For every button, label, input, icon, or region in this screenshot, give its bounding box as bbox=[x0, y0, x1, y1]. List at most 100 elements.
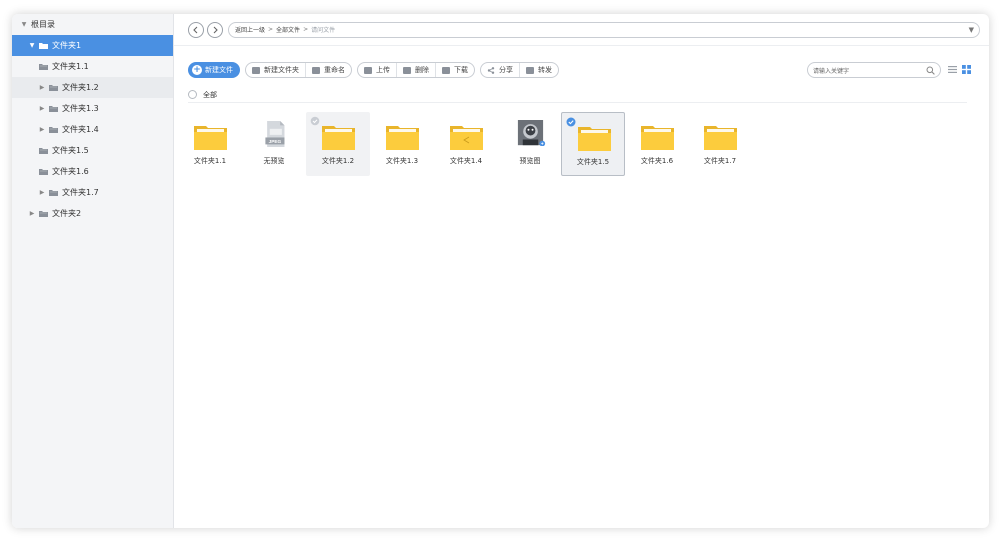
caret-down-icon[interactable]: ▼ bbox=[20, 21, 28, 29]
rename-button[interactable]: 重命名 bbox=[306, 63, 351, 77]
sidebar-item-folder[interactable]: ▶ 文件夹1.7 bbox=[12, 182, 173, 203]
folder-icon bbox=[49, 189, 58, 196]
sidebar-item-label: 文件夹1 bbox=[52, 41, 82, 50]
shared-folder-icon bbox=[450, 124, 483, 150]
folder-icon bbox=[39, 210, 48, 217]
sidebar-item-folder[interactable]: ▶ 文件夹1.3 bbox=[12, 98, 173, 119]
image-thumbnail bbox=[517, 120, 546, 146]
sidebar-item-folder[interactable]: ▶ 文件夹2 bbox=[12, 203, 173, 224]
upload-icon bbox=[364, 66, 372, 74]
file-tile[interactable]: JPEG 无预览 bbox=[242, 112, 306, 176]
folder-icon bbox=[39, 63, 48, 70]
tree-root-label: 根目录 bbox=[31, 20, 55, 29]
checked-circle-icon[interactable] bbox=[566, 117, 576, 127]
sidebar-item-folder[interactable]: ▶ 文件夹1.4 bbox=[12, 119, 173, 140]
caret-right-icon[interactable]: ▶ bbox=[38, 126, 46, 134]
file-tile[interactable]: 文件夹1.4 bbox=[434, 112, 498, 176]
download-icon bbox=[442, 66, 450, 74]
sidebar-item-label: 文件夹1.1 bbox=[52, 62, 89, 71]
sidebar-item-folder[interactable]: 文件夹1.1 bbox=[12, 56, 173, 77]
sidebar-item-folder[interactable]: 文件夹1.5 bbox=[12, 140, 173, 161]
caret-right-icon[interactable]: ▶ bbox=[28, 210, 36, 218]
delete-button[interactable]: 删除 bbox=[397, 63, 436, 77]
caret-down-icon[interactable]: ▼ bbox=[28, 42, 36, 50]
new-folder-button[interactable]: 新建文件夹 bbox=[246, 63, 306, 77]
list-view-icon[interactable] bbox=[948, 65, 957, 74]
share-button[interactable]: 分享 bbox=[481, 63, 520, 77]
new-folder-label: 新建文件夹 bbox=[264, 66, 299, 74]
folder-icon bbox=[39, 42, 48, 49]
path-dropdown-icon[interactable]: ▼ bbox=[969, 26, 974, 34]
caret-right-icon[interactable]: ▶ bbox=[38, 189, 46, 197]
file-actions-group: 上传 删除 下载 bbox=[357, 62, 475, 78]
jpeg-file-icon: JPEG bbox=[265, 121, 285, 147]
new-file-button[interactable]: + 新建文件 bbox=[188, 62, 240, 78]
folder-icon bbox=[39, 168, 48, 175]
file-tile[interactable]: 文件夹1.3 bbox=[370, 112, 434, 176]
select-all-label: 全部 bbox=[203, 90, 217, 99]
breadcrumb-separator: > bbox=[268, 26, 274, 33]
file-tile[interactable]: 文件夹1.2 bbox=[306, 112, 370, 176]
folder-icon bbox=[49, 84, 58, 91]
folder-icon bbox=[386, 124, 419, 150]
folder-icon bbox=[578, 125, 611, 151]
sidebar-item-label: 文件夹1.5 bbox=[52, 146, 89, 155]
file-name: 文件夹1.3 bbox=[385, 157, 419, 165]
rename-label: 重命名 bbox=[324, 66, 345, 74]
file-name: 无预览 bbox=[263, 157, 285, 165]
folder-icon bbox=[49, 105, 58, 112]
caret-right-icon[interactable]: ▶ bbox=[38, 105, 46, 113]
file-tile[interactable]: 文件夹1.6 bbox=[625, 112, 689, 176]
folder-icon bbox=[322, 124, 355, 150]
search-input[interactable]: 请输入关键字 bbox=[807, 62, 941, 78]
file-tile[interactable]: 预览图 bbox=[498, 112, 562, 176]
forward-file-button[interactable]: 转发 bbox=[520, 63, 558, 77]
share-label: 分享 bbox=[499, 66, 513, 74]
search-icon[interactable] bbox=[926, 66, 935, 75]
new-file-label: 新建文件 bbox=[205, 66, 233, 74]
sidebar-item-label: 文件夹1.4 bbox=[62, 125, 99, 134]
file-tile[interactable]: 文件夹1.5 bbox=[561, 112, 625, 176]
sidebar-item-label: 文件夹1.2 bbox=[62, 83, 99, 92]
folder-actions-group: 新建文件夹 重命名 bbox=[245, 62, 352, 78]
file-name: 文件夹1.5 bbox=[576, 158, 610, 166]
toolbar: + 新建文件 新建文件夹 重命名 上传 删除 下载 分享 转发 请输入关键字 bbox=[188, 62, 989, 78]
select-all-radio[interactable] bbox=[188, 90, 197, 99]
delete-label: 删除 bbox=[415, 66, 429, 74]
chevron-right-icon bbox=[213, 26, 218, 33]
file-grid: 文件夹1.1 JPEG 无预览 文件夹1.2 文件夹1.3 文件夹1.4 预览图 文件夹1.5… bbox=[174, 110, 989, 178]
sidebar-item-label: 文件夹1.6 bbox=[52, 167, 89, 176]
file-name: 文件夹1.4 bbox=[449, 157, 483, 165]
file-tile[interactable]: 文件夹1.1 bbox=[178, 112, 242, 176]
forward-label: 转发 bbox=[538, 66, 552, 74]
upload-button[interactable]: 上传 bbox=[358, 63, 397, 77]
folder-tree-sidebar: ▼ 根目录 ▼ 文件夹1 文件夹1.1 ▶ 文件夹1.2 ▶ 文件夹1.3 ▶ 文件夹1.4 文件… bbox=[12, 14, 174, 528]
file-name: 文件夹1.6 bbox=[640, 157, 674, 165]
share-actions-group: 分享 转发 bbox=[480, 62, 559, 78]
sidebar-item-label: 文件夹1.3 bbox=[62, 104, 99, 113]
plus-icon: + bbox=[192, 65, 202, 75]
forward-button[interactable] bbox=[207, 21, 223, 38]
breadcrumb-separator: > bbox=[303, 26, 309, 33]
caret-right-icon[interactable]: ▶ bbox=[38, 84, 46, 92]
unchecked-circle-icon[interactable] bbox=[310, 116, 320, 126]
sidebar-item-folder[interactable]: ▶ 文件夹1.2 bbox=[12, 77, 173, 98]
file-name: 预览图 bbox=[519, 157, 541, 165]
select-all-row: 全部 bbox=[188, 89, 967, 103]
tree-root[interactable]: ▼ 根目录 bbox=[12, 14, 173, 35]
sidebar-item-label: 文件夹1.7 bbox=[62, 188, 99, 197]
folder-icon bbox=[704, 124, 737, 150]
sidebar-item-label: 文件夹2 bbox=[52, 209, 82, 218]
breadcrumb-back-link[interactable]: 返回上一级 bbox=[235, 25, 265, 34]
sidebar-item-folder[interactable]: ▼ 文件夹1 bbox=[12, 35, 173, 56]
file-tile[interactable]: 文件夹1.7 bbox=[688, 112, 752, 176]
folder-icon bbox=[39, 147, 48, 154]
download-button[interactable]: 下载 bbox=[436, 63, 474, 77]
rename-icon bbox=[312, 66, 320, 74]
sidebar-item-folder[interactable]: 文件夹1.6 bbox=[12, 161, 173, 182]
upload-label: 上传 bbox=[376, 66, 390, 74]
grid-view-icon[interactable] bbox=[962, 65, 971, 74]
back-button[interactable] bbox=[188, 21, 204, 38]
breadcrumb-all-files-link[interactable]: 全部文件 bbox=[276, 25, 300, 34]
file-manager-window: ▼ 根目录 ▼ 文件夹1 文件夹1.1 ▶ 文件夹1.2 ▶ 文件夹1.3 ▶ 文件夹1.4 文件… bbox=[12, 14, 989, 528]
